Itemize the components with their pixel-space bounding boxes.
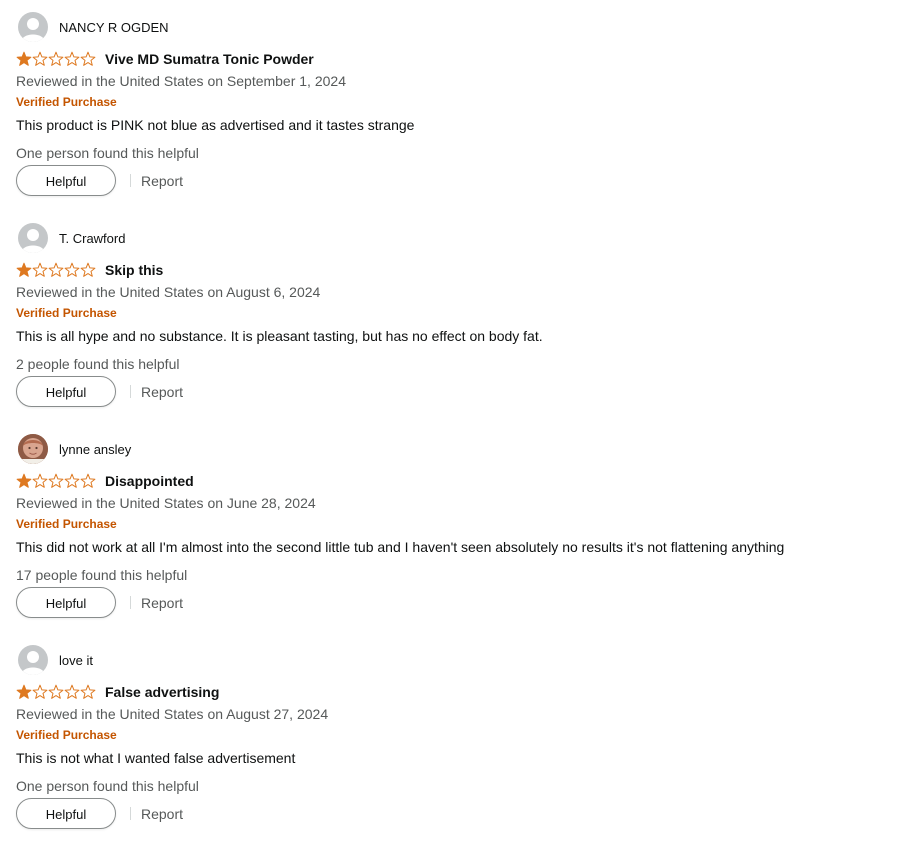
star-empty-icon: [48, 262, 64, 277]
star-empty-icon: [64, 473, 80, 488]
reviewer-name[interactable]: love it: [59, 653, 93, 668]
review-actions: Helpful Report: [16, 165, 183, 196]
reviewer-profile[interactable]: T. Crawford: [18, 223, 125, 253]
reviewer-name[interactable]: NANCY R OGDEN: [59, 20, 169, 35]
star-filled-icon: [16, 684, 32, 699]
helpful-count: One person found this helpful: [16, 145, 199, 161]
star-empty-icon: [32, 473, 48, 488]
helpful-count: 2 people found this helpful: [16, 356, 180, 372]
review-date: Reviewed in the United States on August …: [16, 284, 321, 300]
divider: [130, 596, 131, 609]
review-date: Reviewed in the United States on June 28…: [16, 495, 316, 511]
rating-line: Vive MD Sumatra Tonic Powder: [16, 49, 314, 69]
divider: [130, 807, 131, 820]
reviewer-name[interactable]: lynne ansley: [59, 442, 131, 457]
star-empty-icon: [80, 684, 96, 699]
star-empty-icon: [80, 262, 96, 277]
review-title[interactable]: Vive MD Sumatra Tonic Powder: [105, 51, 314, 67]
verified-purchase-badge[interactable]: Verified Purchase: [16, 94, 117, 110]
star-rating[interactable]: [16, 684, 96, 700]
star-empty-icon: [48, 473, 64, 488]
star-empty-icon: [64, 684, 80, 699]
review-body: This product is PINK not blue as adverti…: [16, 117, 415, 133]
helpful-count: 17 people found this helpful: [16, 567, 188, 583]
helpful-button[interactable]: Helpful: [16, 165, 116, 196]
star-empty-icon: [48, 51, 64, 66]
star-empty-icon: [64, 51, 80, 66]
star-empty-icon: [32, 684, 48, 699]
review-actions: Helpful Report: [16, 587, 183, 618]
review-card: lynne ansley Disappointed Reviewed in th…: [16, 434, 896, 634]
review-body: This is not what I wanted false advertis…: [16, 750, 296, 766]
star-empty-icon: [48, 684, 64, 699]
star-rating[interactable]: [16, 473, 96, 489]
helpful-button[interactable]: Helpful: [16, 587, 116, 618]
review-date: Reviewed in the United States on August …: [16, 706, 329, 722]
reviewer-name[interactable]: T. Crawford: [59, 231, 125, 246]
reviewer-profile[interactable]: love it: [18, 645, 93, 675]
review-card: love it False advertising Reviewed in th…: [16, 645, 896, 845]
rating-line: False advertising: [16, 682, 219, 702]
reviewer-profile[interactable]: NANCY R OGDEN: [18, 12, 169, 42]
reviewer-profile[interactable]: lynne ansley: [18, 434, 131, 464]
verified-purchase-badge[interactable]: Verified Purchase: [16, 516, 117, 532]
default-avatar-icon: [18, 223, 48, 253]
report-link[interactable]: Report: [141, 806, 183, 822]
review-title[interactable]: False advertising: [105, 684, 219, 700]
review-card: T. Crawford Skip this Reviewed in the Un…: [16, 223, 896, 423]
star-empty-icon: [64, 262, 80, 277]
helpful-button[interactable]: Helpful: [16, 376, 116, 407]
star-filled-icon: [16, 262, 32, 277]
divider: [130, 174, 131, 187]
review-title[interactable]: Disappointed: [105, 473, 194, 489]
rating-line: Skip this: [16, 260, 163, 280]
star-empty-icon: [32, 262, 48, 277]
default-avatar-icon: [18, 645, 48, 675]
verified-purchase-badge[interactable]: Verified Purchase: [16, 727, 117, 743]
star-rating[interactable]: [16, 262, 96, 278]
verified-purchase-badge[interactable]: Verified Purchase: [16, 305, 117, 321]
review-actions: Helpful Report: [16, 376, 183, 407]
rating-line: Disappointed: [16, 471, 194, 491]
review-title[interactable]: Skip this: [105, 262, 163, 278]
review-card: NANCY R OGDEN Vive MD Sumatra Tonic Powd…: [16, 12, 896, 212]
star-filled-icon: [16, 473, 32, 488]
divider: [130, 385, 131, 398]
star-empty-icon: [80, 51, 96, 66]
report-link[interactable]: Report: [141, 173, 183, 189]
review-body: This did not work at all I'm almost into…: [16, 539, 785, 555]
review-actions: Helpful Report: [16, 798, 183, 829]
photo-avatar-icon: [18, 434, 48, 464]
star-empty-icon: [32, 51, 48, 66]
default-avatar-icon: [18, 12, 48, 42]
report-link[interactable]: Report: [141, 384, 183, 400]
helpful-count: One person found this helpful: [16, 778, 199, 794]
star-rating[interactable]: [16, 51, 96, 67]
star-filled-icon: [16, 51, 32, 66]
star-empty-icon: [80, 473, 96, 488]
helpful-button[interactable]: Helpful: [16, 798, 116, 829]
review-date: Reviewed in the United States on Septemb…: [16, 73, 346, 89]
report-link[interactable]: Report: [141, 595, 183, 611]
review-body: This is all hype and no substance. It is…: [16, 328, 543, 344]
